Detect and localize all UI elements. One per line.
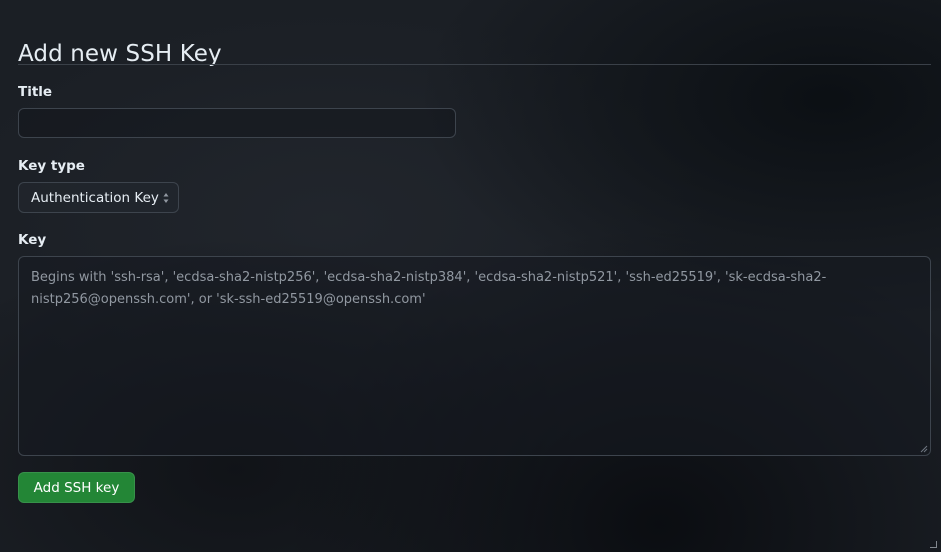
corner-mark	[930, 541, 937, 548]
add-ssh-key-button[interactable]: Add SSH key	[18, 472, 135, 503]
key-type-label: Key type	[18, 158, 85, 174]
key-type-select[interactable]: Authentication Key	[18, 182, 179, 213]
key-textarea[interactable]: Begins with 'ssh-rsa', 'ecdsa-sha2-nistp…	[18, 256, 931, 456]
key-type-selected-value: Authentication Key	[31, 189, 159, 206]
title-label: Title	[18, 84, 53, 100]
heading-divider	[18, 64, 931, 65]
title-input[interactable]	[18, 108, 456, 138]
resize-grip-icon[interactable]	[920, 445, 928, 453]
key-placeholder: Begins with 'ssh-rsa', 'ecdsa-sha2-nistp…	[31, 270, 827, 307]
sort-arrows-icon	[163, 193, 169, 203]
key-label: Key	[18, 232, 47, 248]
